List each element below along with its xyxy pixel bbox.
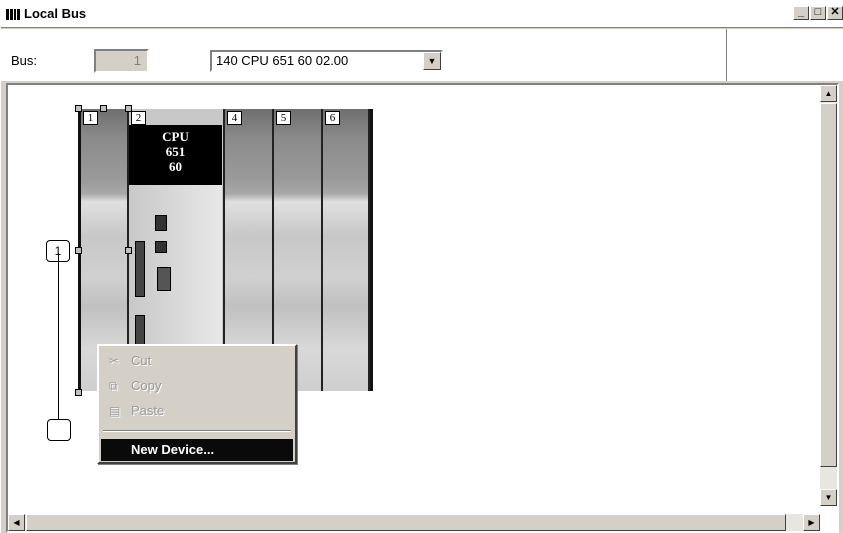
scroll-down-icon[interactable]: ▼: [820, 489, 837, 506]
menu-item-cut[interactable]: ✂ Cut: [101, 350, 293, 372]
cpu-label-line: 60: [169, 159, 182, 174]
close-button[interactable]: ✕: [827, 6, 843, 20]
scissors-icon: ✂: [109, 354, 120, 368]
slot-number: 5: [276, 111, 291, 125]
local-bus-window: Local Bus _ □ ✕ Bus: 1 140 CPU 651 60 02…: [0, 0, 843, 533]
bus-number-field: 1: [94, 49, 149, 73]
port-icon: [155, 241, 167, 253]
selection-handle[interactable]: [75, 247, 82, 254]
bus-icon: [6, 9, 20, 20]
rack-canvas[interactable]: 1 1 2 CPU 651 60 4 5 6 ✂ Cut ⧉ Copy ▤ Pa…: [6, 83, 839, 533]
selection-handle[interactable]: [125, 105, 132, 112]
scroll-up-icon[interactable]: ▲: [820, 85, 837, 102]
selection-handle[interactable]: [100, 105, 107, 112]
paste-icon: ▤: [109, 404, 121, 418]
cpu-select[interactable]: 140 CPU 651 60 02.00 ▼: [210, 50, 443, 72]
port-icon: [135, 241, 145, 297]
bus-toolbar: Bus: 1 140 CPU 651 60 02.00 ▼: [1, 29, 843, 81]
menu-item-label: New Device...: [131, 442, 215, 457]
menu-separator: [103, 430, 291, 432]
menu-item-label: Paste: [131, 403, 165, 418]
menu-item-new-device[interactable]: New Device...: [101, 439, 293, 461]
port-icon: [155, 215, 167, 231]
chevron-down-icon[interactable]: ▼: [423, 52, 441, 70]
horizontal-scrollbar[interactable]: ◀ ▶: [8, 514, 820, 531]
selection-handle[interactable]: [75, 389, 82, 396]
cpu-label-line: 651: [165, 144, 186, 159]
slot-number: 1: [83, 111, 98, 125]
scroll-left-icon[interactable]: ◀: [8, 514, 25, 531]
empty-rack-placeholder[interactable]: [47, 419, 71, 441]
cpu-select-value: 140 CPU 651 60 02.00: [216, 53, 349, 68]
selection-handle[interactable]: [125, 247, 132, 254]
menu-item-label: Cut: [131, 353, 152, 368]
cpu-label-line: CPU: [162, 129, 189, 144]
scroll-right-icon[interactable]: ▶: [803, 514, 820, 531]
bus-label: Bus:: [11, 53, 38, 68]
slot-number: 2: [131, 111, 146, 125]
port-icon: [157, 267, 171, 291]
vertical-scroll-thumb[interactable]: [820, 103, 837, 467]
menu-item-label: Copy: [131, 378, 162, 393]
menu-item-copy[interactable]: ⧉ Copy: [101, 375, 293, 397]
slot-number: 6: [325, 111, 340, 125]
menu-item-paste[interactable]: ▤ Paste: [101, 400, 293, 422]
minimize-button[interactable]: _: [793, 6, 809, 20]
bus-line: [58, 253, 59, 423]
copy-icon: ⧉: [109, 379, 118, 393]
slot-number: 4: [227, 111, 242, 125]
vertical-scrollbar[interactable]: ▲ ▼: [820, 85, 837, 506]
slot-6[interactable]: 6: [323, 109, 370, 391]
title-bar[interactable]: Local Bus _ □ ✕: [1, 1, 843, 28]
toolbar-divider: [726, 29, 727, 81]
window-title: Local Bus: [24, 6, 87, 21]
horizontal-scroll-thumb[interactable]: [26, 514, 786, 531]
selection-handle[interactable]: [75, 105, 82, 112]
context-menu: ✂ Cut ⧉ Copy ▤ Paste New Device...: [97, 344, 297, 464]
cpu-label: CPU 651 60: [129, 125, 222, 185]
maximize-button[interactable]: □: [810, 6, 826, 20]
